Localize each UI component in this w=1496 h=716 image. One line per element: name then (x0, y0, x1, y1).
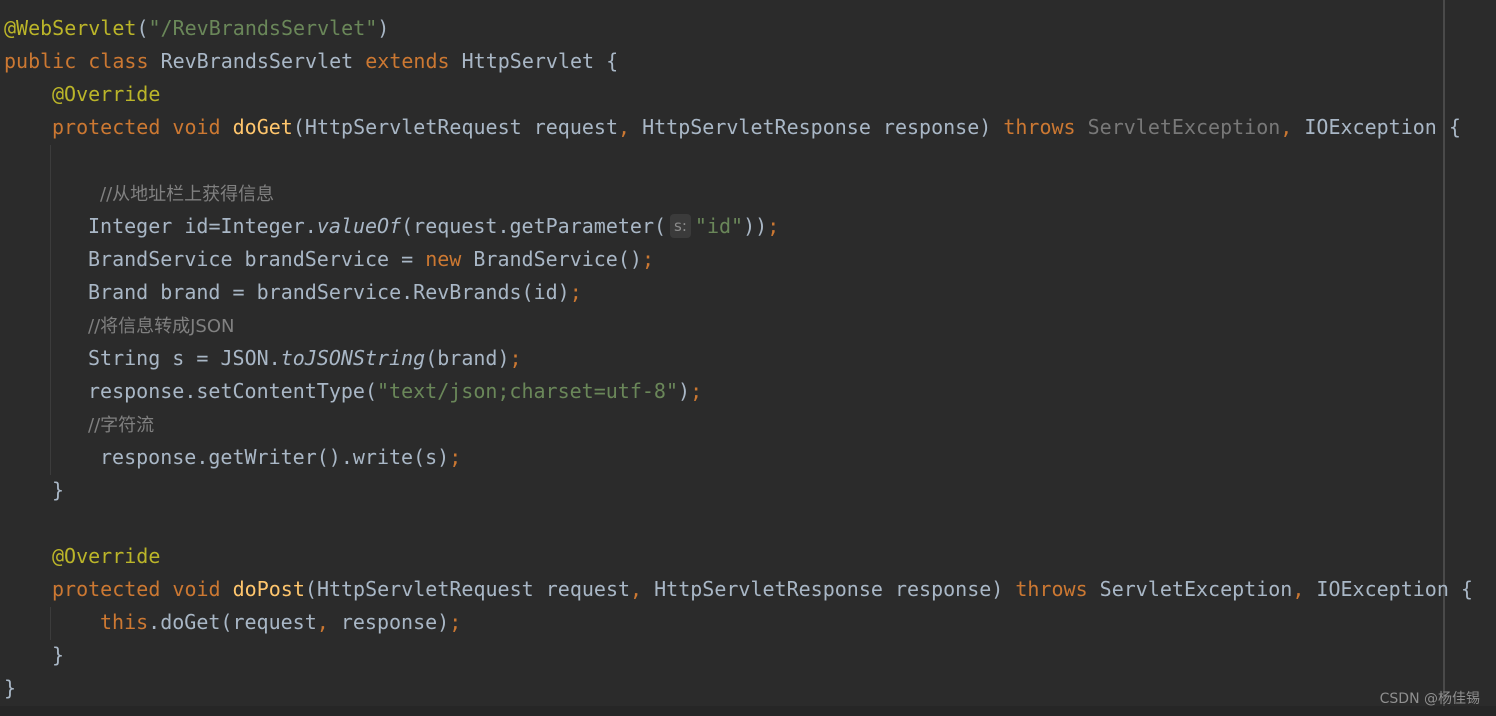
type-name: IOException (1304, 115, 1437, 139)
indent-guide (50, 607, 51, 640)
comment: //从地址栏上获得信息 (100, 184, 275, 205)
code-line-15[interactable]: } (52, 474, 64, 507)
type-name: BrandService (88, 247, 233, 271)
code-line-11[interactable]: String s = JSON.toJSONString(brand); (88, 342, 522, 375)
bottom-bar (0, 706, 1496, 716)
variable: s (172, 346, 185, 370)
parameter-hint: s: (670, 214, 691, 238)
code-line-20[interactable]: } (52, 639, 64, 672)
code-line-19[interactable]: this.doGet(request, response); (100, 606, 461, 639)
type-name: HttpServletRequest (304, 115, 522, 139)
variable: brand (437, 346, 498, 370)
keyword: throws (1003, 115, 1076, 139)
code-line-9[interactable]: Brand brand = brandService.RevBrands(id)… (88, 276, 582, 309)
type-name: HttpServlet (461, 49, 595, 73)
type-name: Integer (220, 214, 305, 238)
variable: brandService (244, 247, 390, 271)
static-method: toJSONString (280, 346, 426, 370)
keyword: protected (52, 577, 161, 601)
code-line-3[interactable]: @Override (52, 78, 160, 111)
type-name: BrandService (473, 247, 618, 271)
param-name: request (545, 577, 631, 601)
method-call: response) (328, 610, 450, 634)
code-line-17[interactable]: @Override (52, 540, 160, 573)
keyword: public (4, 49, 77, 73)
method-call: response.setContentType( (88, 379, 377, 403)
code-line-18[interactable]: protected void doPost(HttpServletRequest… (52, 573, 1473, 606)
static-method: valueOf (316, 214, 402, 238)
keyword: protected (52, 115, 161, 139)
code-editor[interactable]: @WebServlet("/RevBrandsServlet") public … (0, 0, 1496, 716)
code-line-1[interactable]: @WebServlet("/RevBrandsServlet") (4, 12, 389, 45)
keyword: this (100, 610, 149, 634)
code-line-4[interactable]: protected void doGet(HttpServletRequest … (52, 111, 1461, 144)
code-line-21[interactable]: } (4, 672, 16, 705)
type-name: HttpServletResponse (642, 115, 871, 139)
method-call: .doGet(request (148, 610, 317, 634)
right-margin-guide (1443, 0, 1445, 716)
string-literal: "id" (694, 214, 744, 238)
code-line-7[interactable]: Integer id=Integer.valueOf(request.getPa… (88, 210, 779, 243)
method-call: request.getParameter( (413, 214, 667, 238)
variable: id (184, 214, 209, 238)
keyword: new (425, 247, 462, 271)
type-name: JSON (220, 346, 269, 370)
code-line-13[interactable]: //字符流 (88, 408, 154, 441)
code-line-8[interactable]: BrandService brandService = new BrandSer… (88, 243, 654, 276)
param-name: response (882, 115, 980, 139)
type-name: IOException (1316, 577, 1449, 601)
type-name: Integer (88, 214, 173, 238)
keyword: void (172, 577, 221, 601)
class-name: RevBrandsServlet (160, 49, 354, 73)
indent-guide (50, 145, 51, 475)
method-name: doPost (232, 577, 305, 601)
string-literal: "/RevBrandsServlet" (148, 16, 378, 40)
method-call: brandService.RevBrands(id) (256, 280, 570, 304)
param-name: request (533, 115, 618, 139)
type-name: HttpServletRequest (316, 577, 534, 601)
string-literal: "text/json;charset=utf-8" (376, 379, 679, 403)
variable: brand (160, 280, 221, 304)
annotation: @WebServlet (4, 16, 137, 40)
keyword: extends (365, 49, 450, 73)
code-line-12[interactable]: response.setContentType("text/json;chars… (88, 375, 702, 408)
type-name: String (88, 346, 161, 370)
annotation: @Override (52, 544, 161, 568)
param-name: response (894, 577, 992, 601)
keyword: void (172, 115, 221, 139)
method-call: response.getWriter().write(s) (100, 445, 450, 469)
keyword: throws (1015, 577, 1088, 601)
comment: //字符流 (88, 415, 155, 436)
type-name: ServletException (1099, 577, 1293, 601)
code-line-10[interactable]: //将信息转成JSON (88, 309, 235, 342)
type-name: HttpServletResponse (654, 577, 883, 601)
watermark: CSDN @杨佳锡 (1379, 691, 1480, 707)
code-line-6[interactable]: //从地址栏上获得信息 (100, 177, 274, 210)
annotation: @Override (52, 82, 161, 106)
keyword: class (88, 49, 149, 73)
type-name: Brand (88, 280, 149, 304)
method-name: doGet (232, 115, 293, 139)
code-line-2[interactable]: public class RevBrandsServlet extends Ht… (4, 45, 618, 78)
type-name: ServletException (1087, 115, 1281, 139)
code-line-14[interactable]: response.getWriter().write(s); (100, 441, 461, 474)
comment: //将信息转成JSON (88, 316, 235, 337)
